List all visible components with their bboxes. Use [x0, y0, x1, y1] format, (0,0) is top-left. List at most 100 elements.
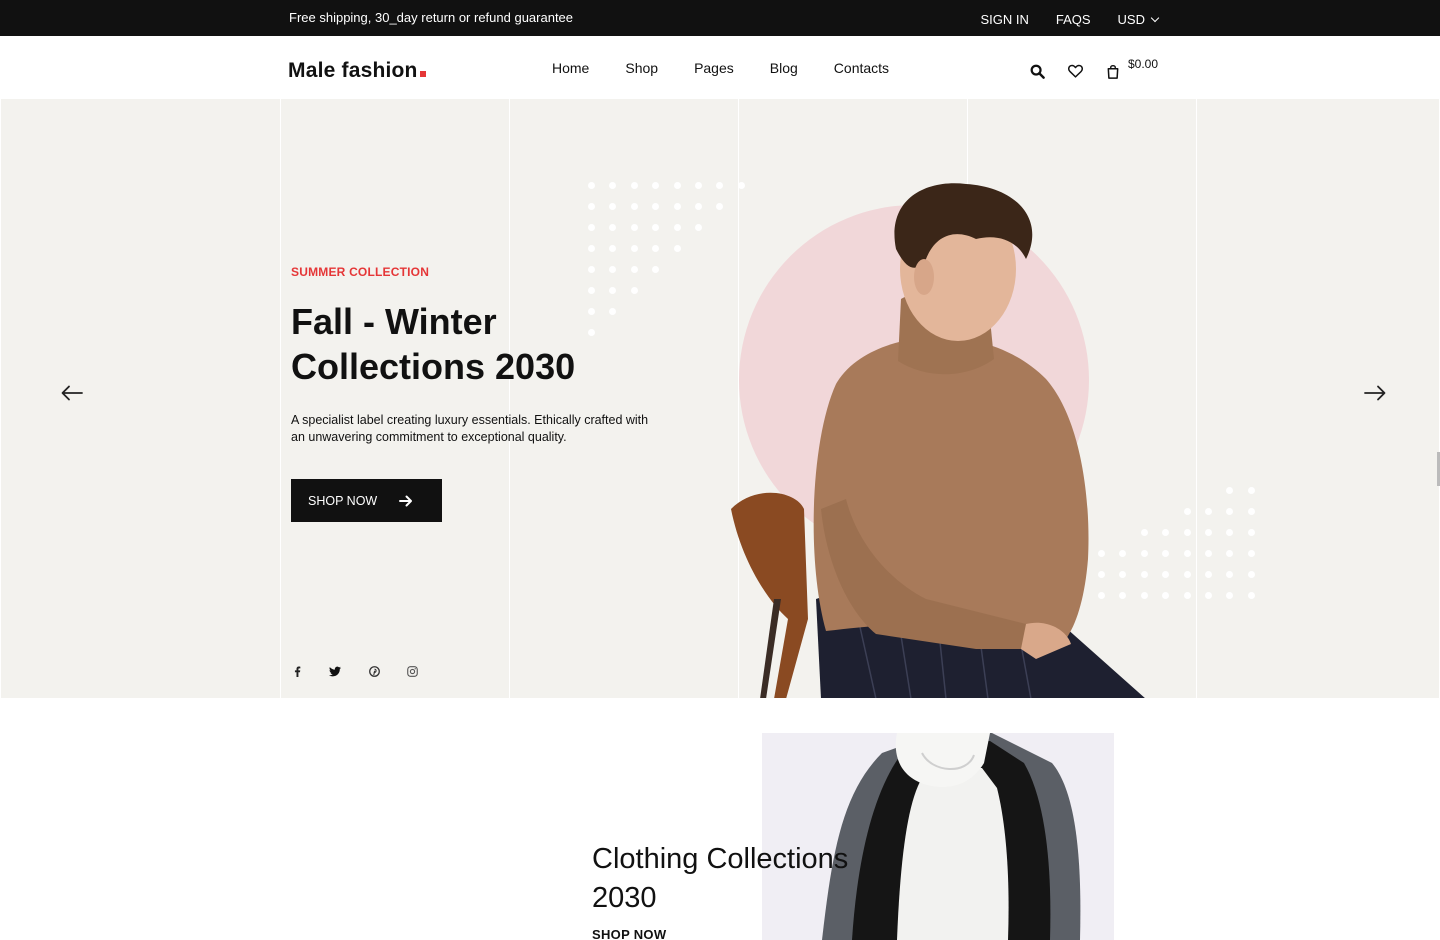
dot — [630, 182, 638, 189]
nav-blog[interactable]: Blog — [770, 60, 798, 76]
dot — [1226, 571, 1234, 578]
promo-text: Free shipping, 30_day return or refund g… — [289, 10, 574, 25]
dot — [1162, 592, 1170, 599]
social-links — [291, 665, 444, 677]
shop-now-button[interactable]: SHOP NOW — [291, 479, 442, 522]
dot — [609, 203, 617, 210]
dot — [1247, 550, 1255, 557]
banner-title: Clothing Collections 2030 — [592, 843, 849, 914]
dot — [673, 203, 681, 210]
heart-icon[interactable] — [1066, 62, 1084, 80]
dot — [1247, 592, 1255, 599]
main-nav: Home Shop Pages Blog Contacts — [552, 60, 889, 76]
dot — [652, 203, 660, 210]
dot — [1226, 550, 1234, 557]
dot — [1247, 529, 1255, 536]
dot — [630, 245, 638, 252]
dot — [716, 203, 724, 210]
dot — [609, 182, 617, 189]
dot — [652, 224, 660, 231]
instagram-icon[interactable] — [406, 665, 418, 677]
dot — [695, 224, 702, 231]
dot — [1162, 529, 1170, 536]
dot — [652, 266, 660, 273]
hero-description: A specialist label creating luxury essen… — [291, 413, 649, 444]
nav-shop[interactable]: Shop — [625, 60, 658, 76]
dot — [1247, 571, 1255, 578]
dot — [652, 245, 660, 252]
dot — [630, 224, 638, 231]
dot — [1205, 550, 1212, 557]
nav-home[interactable]: Home — [552, 60, 589, 76]
grid-line — [1196, 99, 1197, 698]
dot — [1226, 529, 1234, 536]
cart-total[interactable]: $0.00 — [1128, 57, 1158, 71]
dot — [609, 224, 617, 231]
dot — [1205, 508, 1212, 515]
dot — [630, 266, 638, 273]
currency-label: USD — [1117, 12, 1145, 27]
dot — [1205, 592, 1212, 599]
dot — [1162, 550, 1170, 557]
twitter-icon[interactable] — [329, 665, 341, 677]
dot — [652, 182, 660, 189]
dot — [673, 224, 681, 231]
dot — [588, 203, 595, 210]
dot — [1247, 487, 1255, 494]
logo-dot — [419, 71, 426, 77]
dot — [630, 203, 638, 210]
dot — [588, 245, 595, 252]
banner-shop-now-link[interactable]: SHOP NOW — [592, 927, 666, 940]
dot — [609, 287, 617, 294]
dot — [1183, 571, 1191, 578]
dot — [1183, 508, 1191, 515]
top-bar: Free shipping, 30_day return or refund g… — [0, 0, 1440, 36]
dot — [695, 182, 702, 189]
dot — [1226, 508, 1234, 515]
logo[interactable]: Male fashion — [288, 59, 426, 83]
arrow-right-icon[interactable] — [1363, 384, 1387, 402]
dot — [673, 182, 681, 189]
search-icon[interactable] — [1028, 62, 1046, 80]
dot — [716, 182, 724, 189]
chevron-down-icon — [1150, 13, 1160, 23]
grid-line — [280, 99, 281, 698]
shop-now-label: SHOP NOW — [308, 493, 378, 508]
dot — [588, 224, 595, 231]
pinterest-icon[interactable] — [368, 665, 380, 677]
dot — [1162, 571, 1170, 578]
dot — [1183, 529, 1191, 536]
dot — [695, 203, 702, 210]
grid-line — [509, 99, 510, 698]
currency-selector[interactable]: USD — [1117, 12, 1160, 27]
site-header: Male fashion Home Shop Pages Blog Contac… — [0, 36, 1440, 99]
dot — [1226, 487, 1234, 494]
dot — [673, 245, 681, 252]
dot — [1247, 508, 1255, 515]
nav-contacts[interactable]: Contacts — [834, 60, 889, 76]
logo-text: Male fashion — [288, 59, 418, 82]
dot — [588, 266, 595, 273]
dot — [588, 182, 595, 189]
nav-pages[interactable]: Pages — [694, 60, 734, 76]
dot — [1205, 529, 1212, 536]
hero-model-image — [731, 183, 1145, 698]
dot — [588, 287, 595, 294]
arrow-left-icon[interactable] — [60, 384, 84, 402]
dot — [1183, 592, 1191, 599]
header-icons: $0.00 — [1028, 57, 1170, 80]
arrow-right-icon — [399, 495, 413, 506]
faqs-link[interactable]: FAQS — [1056, 12, 1091, 27]
facebook-icon[interactable] — [291, 665, 303, 677]
dot — [609, 266, 617, 273]
dot — [1226, 592, 1234, 599]
dot — [630, 287, 638, 294]
dot — [1205, 571, 1212, 578]
bag-icon[interactable] — [1104, 62, 1122, 80]
hero-eyebrow: SUMMER COLLECTION — [291, 265, 430, 279]
sign-in-link[interactable]: SIGN IN — [980, 12, 1028, 27]
hero-slider: SUMMER COLLECTION Fall - Winter Collecti… — [1, 99, 1439, 698]
dot — [1183, 550, 1191, 557]
hero-title: Fall - Winter Collections 2030 — [291, 301, 576, 387]
top-links: SIGN IN FAQS USD — [980, 12, 1160, 27]
